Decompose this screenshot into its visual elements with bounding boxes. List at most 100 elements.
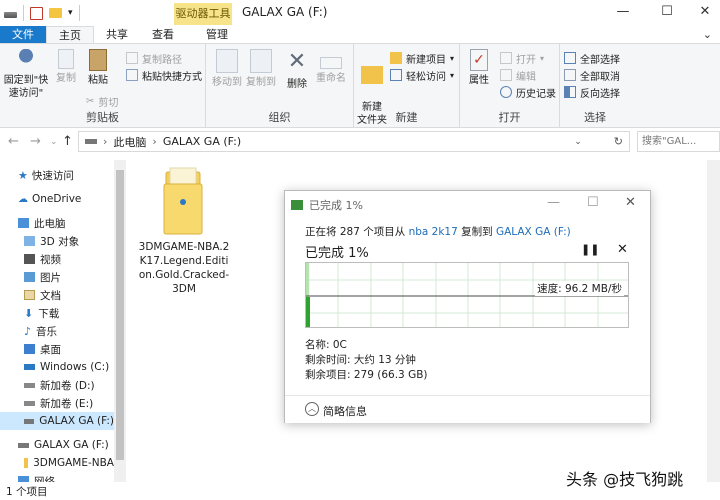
ribbon-collapse-icon[interactable]: ⌄ bbox=[703, 28, 712, 41]
nav-item-3dmgame-folder[interactable]: 3DMGAME-NBA bbox=[0, 454, 114, 472]
breadcrumb-separator-icon: › bbox=[152, 135, 157, 148]
properties-check-icon: ✓ bbox=[470, 49, 488, 71]
nav-item-volume-e[interactable]: 新加卷 (E:) bbox=[0, 394, 114, 412]
nav-item-documents[interactable]: 文档 bbox=[0, 286, 114, 304]
navigation-pane: ★ 快速访问 ☁ OneDrive 此电脑 3D 对象 视频 图片 文档 ⬇ 下载 ♪… bbox=[0, 160, 114, 482]
nav-item-videos[interactable]: 视频 bbox=[0, 250, 114, 268]
nav-item-desktop[interactable]: 桌面 bbox=[0, 340, 114, 358]
scrollbar-thumb[interactable] bbox=[116, 170, 124, 460]
customize-toolbar-icon[interactable]: ▾ bbox=[68, 8, 73, 18]
pause-button[interactable]: ❚❚ bbox=[581, 243, 599, 256]
copy-path-icon bbox=[126, 52, 138, 64]
progress-heading: 已完成 1% bbox=[305, 246, 369, 261]
invert-selection-button[interactable]: 反向选择 bbox=[564, 84, 620, 100]
copy-to-button[interactable]: 复制到 bbox=[244, 49, 278, 89]
select-none-icon bbox=[564, 69, 576, 81]
open-button[interactable]: 打开 ▾ bbox=[500, 50, 544, 66]
group-label-new: 新建 bbox=[395, 111, 418, 124]
destination-link[interactable]: GALAX GA (F:) bbox=[496, 226, 571, 238]
nav-item-quick-access[interactable]: ★ 快速访问 bbox=[0, 166, 114, 184]
paste-shortcut-button[interactable]: 粘贴快捷方式 bbox=[126, 67, 202, 83]
dialog-footer: ︿ 简略信息 bbox=[285, 395, 650, 423]
documents-icon bbox=[24, 290, 35, 300]
dialog-minimize-button[interactable]: — bbox=[547, 195, 560, 210]
content-scrollbar[interactable] bbox=[707, 160, 720, 482]
properties-button[interactable]: ✓ 属性 bbox=[464, 49, 494, 87]
nav-item-galax-f-removable[interactable]: GALAX GA (F:) bbox=[0, 436, 114, 454]
speed-bar bbox=[306, 297, 310, 327]
nav-item-3d-objects[interactable]: 3D 对象 bbox=[0, 232, 114, 250]
dropdown-icon: ▾ bbox=[450, 70, 455, 80]
copy-progress-dialog: 已完成 1% — ☐ ✕ 正在将 287 个项目从 nba 2k17 复制到 G… bbox=[284, 190, 651, 423]
properties-icon[interactable] bbox=[30, 6, 43, 20]
breadcrumb-this-pc[interactable]: 此电脑 bbox=[113, 134, 146, 150]
select-all-icon bbox=[564, 52, 576, 64]
back-arrow-icon[interactable]: ← bbox=[8, 134, 19, 149]
nav-item-network[interactable]: 网络 bbox=[0, 472, 114, 482]
nav-item-volume-d[interactable]: 新加卷 (D:) bbox=[0, 376, 114, 394]
breadcrumb-current-drive[interactable]: GALAX GA (F:) bbox=[163, 135, 241, 148]
drive-icon bbox=[24, 418, 35, 424]
drive-icon bbox=[24, 382, 35, 388]
ribbon: 固定到"快速访问" 复制 粘贴 复制路径 粘贴快捷方式 ✂ 剪切 剪贴板 移动到 bbox=[0, 43, 720, 128]
nav-pane-scrollbar[interactable] bbox=[114, 160, 126, 482]
folder-name-label[interactable]: 3DMGAME-NBA.2K17.Legend.Edition.Gold.Cra… bbox=[138, 240, 230, 296]
rename-button[interactable]: 重命名 bbox=[314, 49, 348, 85]
tab-manage[interactable]: 管理 bbox=[194, 26, 240, 43]
easy-access-button[interactable]: 轻松访问 ▾ bbox=[390, 67, 454, 83]
nav-item-music[interactable]: ♪ 音乐 bbox=[0, 322, 114, 340]
tab-view[interactable]: 查看 bbox=[140, 26, 186, 43]
paste-button[interactable]: 粘贴 bbox=[84, 49, 112, 87]
new-item-button[interactable]: 新建项目 ▾ bbox=[390, 50, 454, 66]
nav-item-onedrive[interactable]: ☁ OneDrive bbox=[0, 190, 114, 208]
nav-item-windows-c[interactable]: Windows (C:) bbox=[0, 358, 114, 376]
close-button[interactable]: ✕ bbox=[690, 4, 720, 19]
move-to-button[interactable]: 移动到 bbox=[210, 49, 244, 89]
address-bar[interactable]: › 此电脑 › GALAX GA (F:) ⌄ ↻ bbox=[78, 131, 630, 152]
tab-file[interactable]: 文件 bbox=[0, 26, 46, 43]
minimize-button[interactable]: — bbox=[608, 4, 638, 19]
nav-item-downloads[interactable]: ⬇ 下载 bbox=[0, 304, 114, 322]
less-details-button[interactable]: 简略信息 bbox=[323, 403, 367, 419]
copy-to-icon bbox=[250, 49, 272, 73]
address-dropdown-icon[interactable]: ⌄ bbox=[574, 137, 582, 147]
edit-button[interactable]: 编辑 bbox=[500, 67, 536, 83]
copy-path-button[interactable]: 复制路径 bbox=[126, 50, 182, 66]
dialog-maximize-button[interactable]: ☐ bbox=[587, 195, 599, 210]
nav-item-galax-f[interactable]: GALAX GA (F:) bbox=[0, 412, 114, 430]
folder-icon[interactable] bbox=[160, 166, 206, 236]
chevron-up-icon[interactable]: ︿ bbox=[305, 402, 319, 416]
videos-icon bbox=[24, 254, 35, 264]
delete-button[interactable]: ✕ 删除 bbox=[282, 49, 312, 91]
source-link[interactable]: nba 2k17 bbox=[409, 226, 458, 238]
group-label-select: 选择 bbox=[584, 111, 606, 124]
items-remaining-line: 剩余项目: 279 (66.3 GB) bbox=[305, 369, 428, 381]
recent-dropdown-icon[interactable]: ⌄ bbox=[50, 137, 58, 147]
up-arrow-icon[interactable]: ↑ bbox=[62, 134, 73, 149]
select-none-button[interactable]: 全部取消 bbox=[564, 67, 620, 83]
cut-button[interactable]: ✂ 剪切 bbox=[86, 93, 118, 109]
cancel-copy-button[interactable]: ✕ bbox=[617, 242, 628, 257]
file-name-line: 名称: 0C bbox=[305, 339, 347, 351]
window-title: GALAX GA (F:) bbox=[242, 5, 328, 19]
drive-icon bbox=[18, 442, 29, 448]
nav-item-this-pc[interactable]: 此电脑 bbox=[0, 214, 114, 232]
paste-shortcut-icon bbox=[126, 69, 138, 81]
folder-icon[interactable] bbox=[49, 8, 62, 18]
search-input[interactable]: 搜索"GAL... bbox=[637, 131, 720, 152]
invert-selection-icon bbox=[564, 86, 576, 98]
nav-item-pictures[interactable]: 图片 bbox=[0, 268, 114, 286]
copy-button[interactable]: 复制 bbox=[52, 49, 80, 85]
maximize-button[interactable]: ☐ bbox=[652, 4, 682, 19]
pin-quick-access-button[interactable]: 固定到"快速访问" bbox=[2, 49, 50, 100]
history-button[interactable]: 历史记录 bbox=[500, 84, 556, 100]
refresh-icon[interactable]: ↻ bbox=[614, 135, 623, 148]
tab-home[interactable]: 主页 bbox=[46, 26, 94, 43]
forward-arrow-icon[interactable]: → bbox=[30, 134, 41, 149]
history-icon bbox=[500, 86, 512, 98]
dialog-close-button[interactable]: ✕ bbox=[625, 195, 636, 210]
select-all-button[interactable]: 全部选择 bbox=[564, 50, 620, 66]
tab-share[interactable]: 共享 bbox=[94, 26, 140, 43]
time-remaining-line: 剩余时间: 大约 13 分钟 bbox=[305, 354, 416, 366]
item-count: 1 个项目 bbox=[6, 486, 48, 498]
